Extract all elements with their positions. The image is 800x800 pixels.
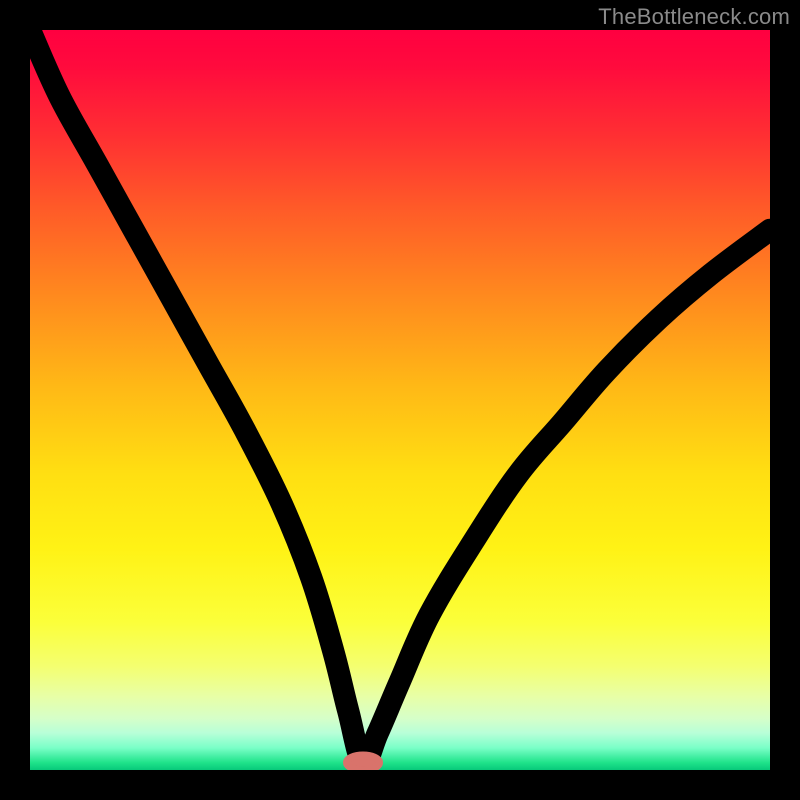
chart-frame: TheBottleneck.com	[0, 0, 800, 800]
bottleneck-curve	[30, 30, 770, 763]
watermark-text: TheBottleneck.com	[598, 4, 790, 30]
chart-svg	[30, 30, 770, 770]
optimal-marker	[347, 755, 380, 770]
plot-area	[30, 30, 770, 770]
